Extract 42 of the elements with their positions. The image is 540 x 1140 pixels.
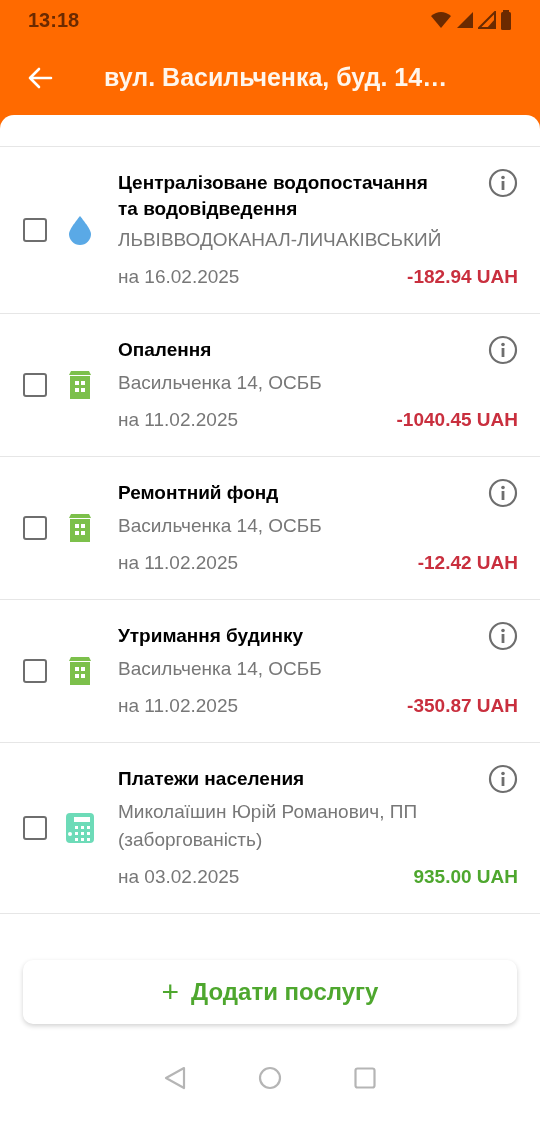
balance-amount: 935.00 UAH xyxy=(413,865,518,889)
checkbox[interactable] xyxy=(23,516,47,540)
checkbox[interactable] xyxy=(23,816,47,840)
page-title: вул. Васильченка, буд. 14… xyxy=(104,61,448,93)
provider-name: Васильченка 14, ОСББ xyxy=(118,371,323,395)
provider-name: Васильченка 14, ОСББ xyxy=(118,657,323,681)
status-time: 13:18 xyxy=(28,8,80,33)
checkbox[interactable] xyxy=(23,373,47,397)
building-icon xyxy=(67,513,93,543)
service-title: Опалення xyxy=(118,338,212,362)
info-icon[interactable] xyxy=(488,168,518,198)
balance-date: на 11.02.2025 xyxy=(118,694,239,718)
balance-amount: -12.42 UAH xyxy=(417,551,518,575)
info-icon[interactable] xyxy=(488,621,518,651)
balance-date: на 03.02.2025 xyxy=(118,865,240,889)
balance-amount: -350.87 UAH xyxy=(407,694,518,718)
provider-name: Васильченка 14, ОСББ xyxy=(118,514,323,538)
balance-amount: -1040.45 UAH xyxy=(396,408,518,432)
info-icon[interactable] xyxy=(488,478,518,508)
service-title: Централізоване водопостачання та водовідведення xyxy=(118,171,429,221)
building-icon xyxy=(67,370,93,400)
balance-date: на 11.02.2025 xyxy=(118,551,239,575)
water-drop-icon xyxy=(68,215,92,245)
signal-icon xyxy=(456,11,474,29)
checkbox[interactable] xyxy=(23,659,47,683)
balance-amount: -182.94 UAH xyxy=(407,265,518,289)
signal-icon xyxy=(478,11,496,29)
balance-date: на 11.02.2025 xyxy=(118,408,239,432)
building-icon xyxy=(67,656,93,686)
balance-date: на 16.02.2025 xyxy=(118,265,240,289)
info-icon[interactable] xyxy=(488,335,518,365)
provider-name: ЛЬВІВВОДОКАНАЛ-ЛИЧАКІВСЬКИЙ xyxy=(118,228,443,252)
checkbox[interactable] xyxy=(23,218,47,242)
calculator-icon xyxy=(65,812,95,844)
service-title: Платежи населения xyxy=(118,767,305,791)
service-title: Утримання будинку xyxy=(118,624,303,648)
wifi-icon xyxy=(430,11,452,29)
battery-icon xyxy=(500,10,512,30)
provider-name: Миколаїшин Юрій Романович, ПП (заборгованість) xyxy=(118,800,419,852)
info-icon[interactable] xyxy=(488,764,518,794)
add-service-button[interactable]: + Додати послугу xyxy=(23,960,517,1024)
service-title: Ремонтний фонд xyxy=(118,481,279,505)
